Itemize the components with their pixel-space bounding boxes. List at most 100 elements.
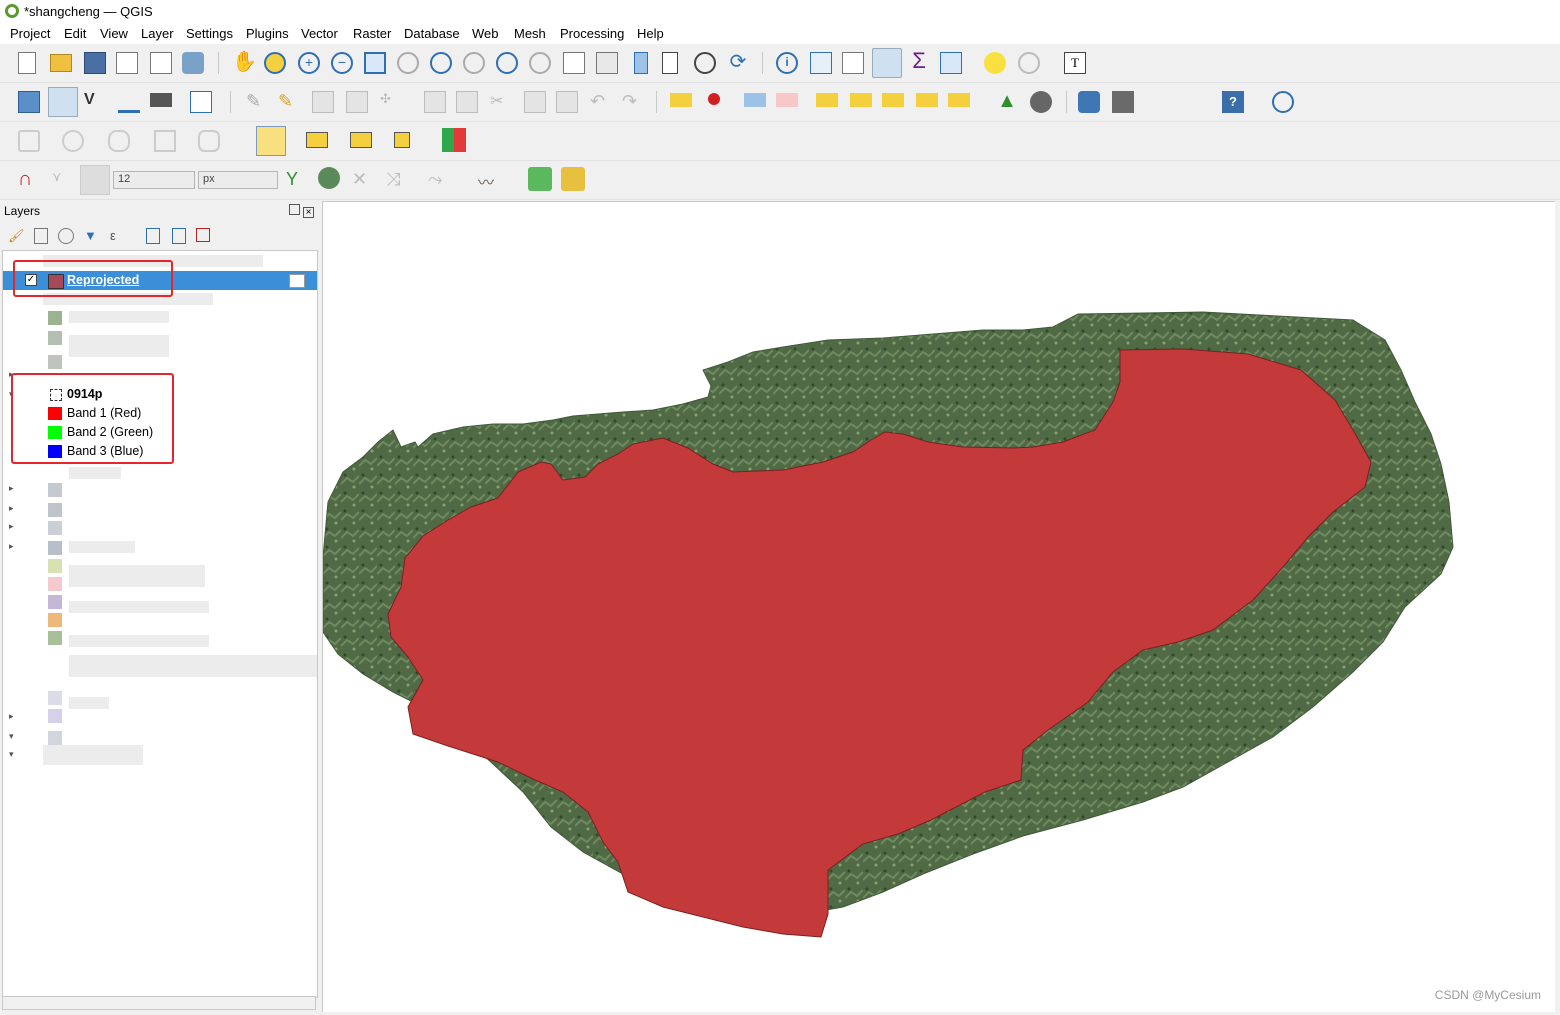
open-project-icon[interactable] xyxy=(50,54,72,72)
add-circle-icon[interactable] xyxy=(62,130,84,152)
label-abc-icon[interactable] xyxy=(670,93,692,107)
new-project-icon[interactable] xyxy=(18,52,36,74)
label-change-icon[interactable] xyxy=(916,93,938,107)
collapse-all-icon[interactable] xyxy=(172,228,186,244)
label-properties-icon[interactable] xyxy=(948,93,970,107)
menu-processing[interactable]: Processing xyxy=(560,26,624,41)
label-hide-icon[interactable] xyxy=(776,93,798,107)
menu-project[interactable]: Project xyxy=(10,26,50,41)
toggle-editing-icon[interactable]: ✎ xyxy=(278,91,300,113)
label-show-icon[interactable] xyxy=(850,93,872,107)
settings-gear-icon[interactable] xyxy=(872,48,902,78)
label-pin-icon[interactable] xyxy=(744,93,766,107)
panel-float-close-buttons[interactable]: × xyxy=(289,204,314,218)
new-bookmark-icon[interactable] xyxy=(634,52,648,74)
tracing-icon[interactable]: ⤳ xyxy=(428,169,450,191)
deselect-all-icon[interactable] xyxy=(350,132,372,148)
text-annotation-icon[interactable]: T xyxy=(1064,52,1086,74)
new-3d-map-view-icon[interactable] xyxy=(596,52,618,74)
map-tips-icon[interactable] xyxy=(984,52,1006,74)
plugin-tool-icon[interactable] xyxy=(1112,91,1134,113)
zoom-to-selection-icon[interactable] xyxy=(397,52,419,74)
label-rotate-icon[interactable] xyxy=(882,93,904,107)
visibility-eye-icon[interactable] xyxy=(58,228,74,244)
label-move-icon[interactable] xyxy=(816,93,838,107)
avoid-overlap-icon[interactable] xyxy=(318,167,340,189)
remove-layer-icon[interactable] xyxy=(196,228,210,242)
zoom-last-icon[interactable] xyxy=(496,52,518,74)
refresh-icon[interactable]: ⟳ xyxy=(727,52,749,74)
menu-vector[interactable]: Vector xyxy=(301,26,338,41)
modify-attributes-icon[interactable] xyxy=(424,91,446,113)
intersection-snapping-icon[interactable]: ✕ xyxy=(352,169,374,191)
menu-edit[interactable]: Edit xyxy=(64,26,86,41)
menu-settings[interactable]: Settings xyxy=(186,26,233,41)
advanced-digitizing-icon[interactable]: 〰 xyxy=(478,169,500,192)
filter-expression-icon[interactable]: ε xyxy=(110,228,126,244)
add-group-icon[interactable] xyxy=(34,228,48,244)
zoom-to-feature-icon[interactable] xyxy=(528,167,552,191)
select-location-icon[interactable] xyxy=(394,132,410,148)
zoom-full-icon[interactable] xyxy=(364,52,386,74)
measure-tool-icon[interactable] xyxy=(561,167,585,191)
snap-tolerance-input[interactable]: 12 xyxy=(113,171,195,189)
style-manager-icon[interactable] xyxy=(182,52,204,74)
topological-editing-icon[interactable]: Y xyxy=(286,169,308,191)
save-edits-icon[interactable] xyxy=(312,91,334,113)
layer-tree-horizontal-scrollbar[interactable] xyxy=(2,996,316,1010)
menu-plugins[interactable]: Plugins xyxy=(246,26,289,41)
select-features-icon[interactable] xyxy=(256,126,286,156)
temporal-controller-icon[interactable] xyxy=(694,52,716,74)
edits-pencil-icon[interactable]: ✎ xyxy=(246,91,268,113)
new-map-view-icon[interactable] xyxy=(563,52,585,74)
data-source-manager-icon[interactable] xyxy=(18,91,40,113)
locator-icon[interactable] xyxy=(1018,52,1040,74)
paste-icon[interactable] xyxy=(556,91,578,113)
redo-icon[interactable]: ↷ xyxy=(622,91,644,113)
pan-hand-icon[interactable]: ✋ xyxy=(232,52,257,74)
menu-mesh[interactable]: Mesh xyxy=(514,26,546,41)
add-rect-extent-icon[interactable] xyxy=(154,130,176,152)
menu-help[interactable]: Help xyxy=(637,26,664,41)
zoom-next-icon[interactable] xyxy=(529,52,551,74)
snap-vertex-icon[interactable]: ⋎ xyxy=(52,169,74,191)
zoom-to-layer-icon[interactable] xyxy=(430,52,452,74)
map-render[interactable] xyxy=(322,202,1555,1012)
layer-tree[interactable]: ✓ Reprojected ▸ ▾ 0914p Band 1 (Red) Ban… xyxy=(2,250,318,998)
layout-manager-icon[interactable] xyxy=(150,52,172,74)
new-print-layout-icon[interactable] xyxy=(116,52,138,74)
diagram-icon[interactable] xyxy=(708,93,720,105)
open-attribute-table-icon[interactable] xyxy=(810,52,832,74)
show-bookmarks-icon[interactable] xyxy=(662,52,678,74)
copy-icon[interactable] xyxy=(524,91,546,113)
sigma-icon[interactable]: Σ xyxy=(908,50,930,72)
zoom-out-icon[interactable]: − xyxy=(331,52,353,74)
layer-indicator-icon[interactable] xyxy=(289,274,305,288)
pan-to-selection-icon[interactable] xyxy=(264,52,286,74)
digitize-icon[interactable] xyxy=(118,91,140,113)
map-canvas[interactable]: CSDN @MyCesium xyxy=(322,201,1555,1012)
menu-view[interactable]: View xyxy=(100,26,128,41)
add-rectangle-icon[interactable] xyxy=(18,130,40,152)
georeferencer-triangle-icon[interactable]: ▲ xyxy=(996,91,1018,113)
expand-all-icon[interactable] xyxy=(146,228,160,244)
save-project-icon[interactable] xyxy=(84,52,106,74)
plugin-globe-icon[interactable] xyxy=(1030,91,1052,113)
add-layer-icon[interactable] xyxy=(48,87,78,117)
processing-toolbox-icon[interactable] xyxy=(442,128,466,152)
crs-globe-icon[interactable] xyxy=(1272,91,1294,113)
undo-icon[interactable]: ↶ xyxy=(590,91,612,113)
new-shapefile-icon[interactable]: V xyxy=(84,91,106,113)
style-brush-icon[interactable]: 🖌 xyxy=(8,228,25,244)
add-ellipse-icon[interactable] xyxy=(108,130,130,152)
vertex-tool-icon[interactable]: ✣ xyxy=(380,91,402,113)
add-polygon-icon[interactable] xyxy=(198,130,220,152)
add-feature-icon[interactable] xyxy=(346,91,368,113)
menu-database[interactable]: Database xyxy=(404,26,460,41)
menu-raster[interactable]: Raster xyxy=(353,26,391,41)
vector-layer-icon[interactable] xyxy=(190,91,212,113)
measure-icon[interactable] xyxy=(940,52,962,74)
zoom-in-icon[interactable]: + xyxy=(298,52,320,74)
select-by-value-icon[interactable] xyxy=(306,132,328,148)
menu-layer[interactable]: Layer xyxy=(141,26,174,41)
